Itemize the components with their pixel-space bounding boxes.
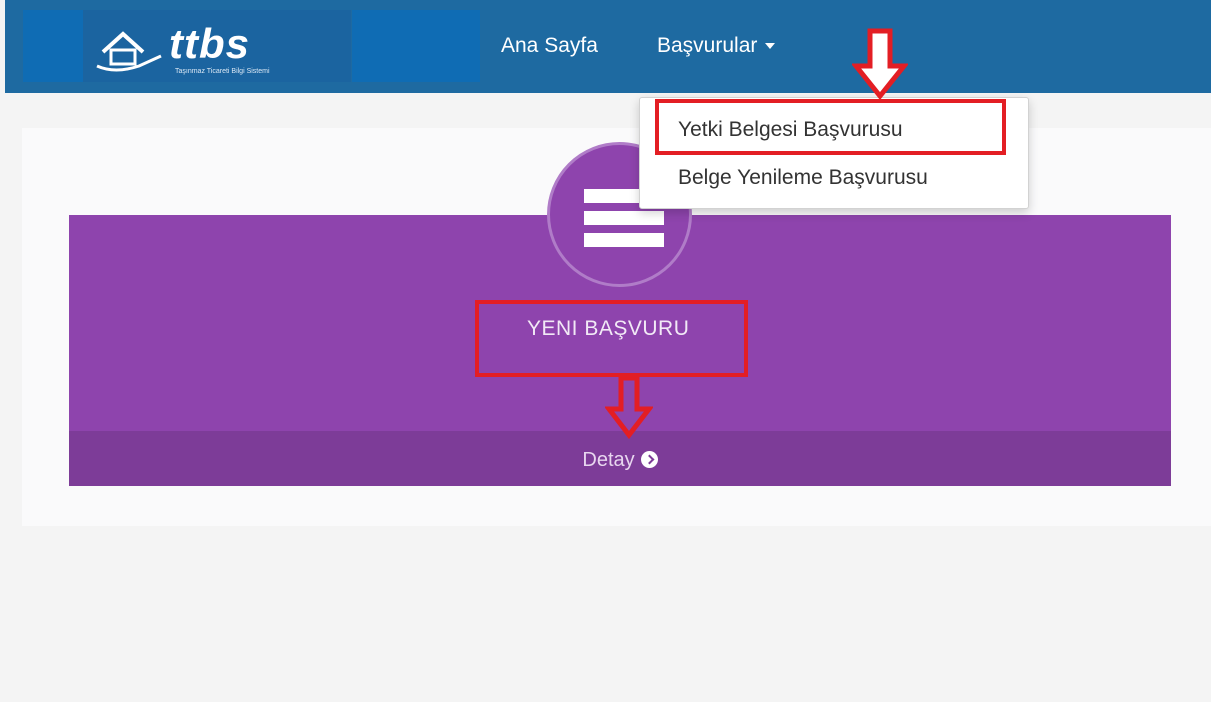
card-footer-detay[interactable]: Detay [69, 431, 1171, 486]
nav-link-ana-sayfa[interactable]: Ana Sayfa [501, 34, 598, 58]
nav-link-basvurular-label: Başvurular [657, 34, 758, 57]
chevron-circle-right-icon [640, 451, 658, 468]
logo-text: ttbs [169, 20, 250, 67]
logo-subtitle: Taşınmaz Ticareti Bilgi Sistemi [175, 68, 270, 75]
nav-block-right [352, 10, 480, 82]
nav-link-basvurular[interactable]: Başvurular [657, 34, 776, 58]
down-arrow-icon [852, 28, 908, 100]
caret-down-icon [765, 43, 776, 50]
logo[interactable]: ttbs Taşınmaz Ticareti Bilgi Sistemi [83, 10, 351, 82]
highlight-yeni-basvuru [475, 300, 748, 377]
nav-block-left [23, 10, 83, 82]
dropdown-item-belge-yenileme[interactable]: Belge Yenileme Başvurusu [678, 166, 928, 190]
house-hand-icon [96, 31, 162, 72]
top-navbar: ttbs Taşınmaz Ticareti Bilgi Sistemi Ana… [5, 0, 1211, 93]
detay-label: Detay [582, 449, 635, 471]
down-arrow-icon [605, 375, 653, 439]
server-icon-bar-2 [584, 211, 664, 225]
server-icon-bar-3 [584, 233, 664, 247]
highlight-yetki-belgesi [655, 99, 1006, 155]
